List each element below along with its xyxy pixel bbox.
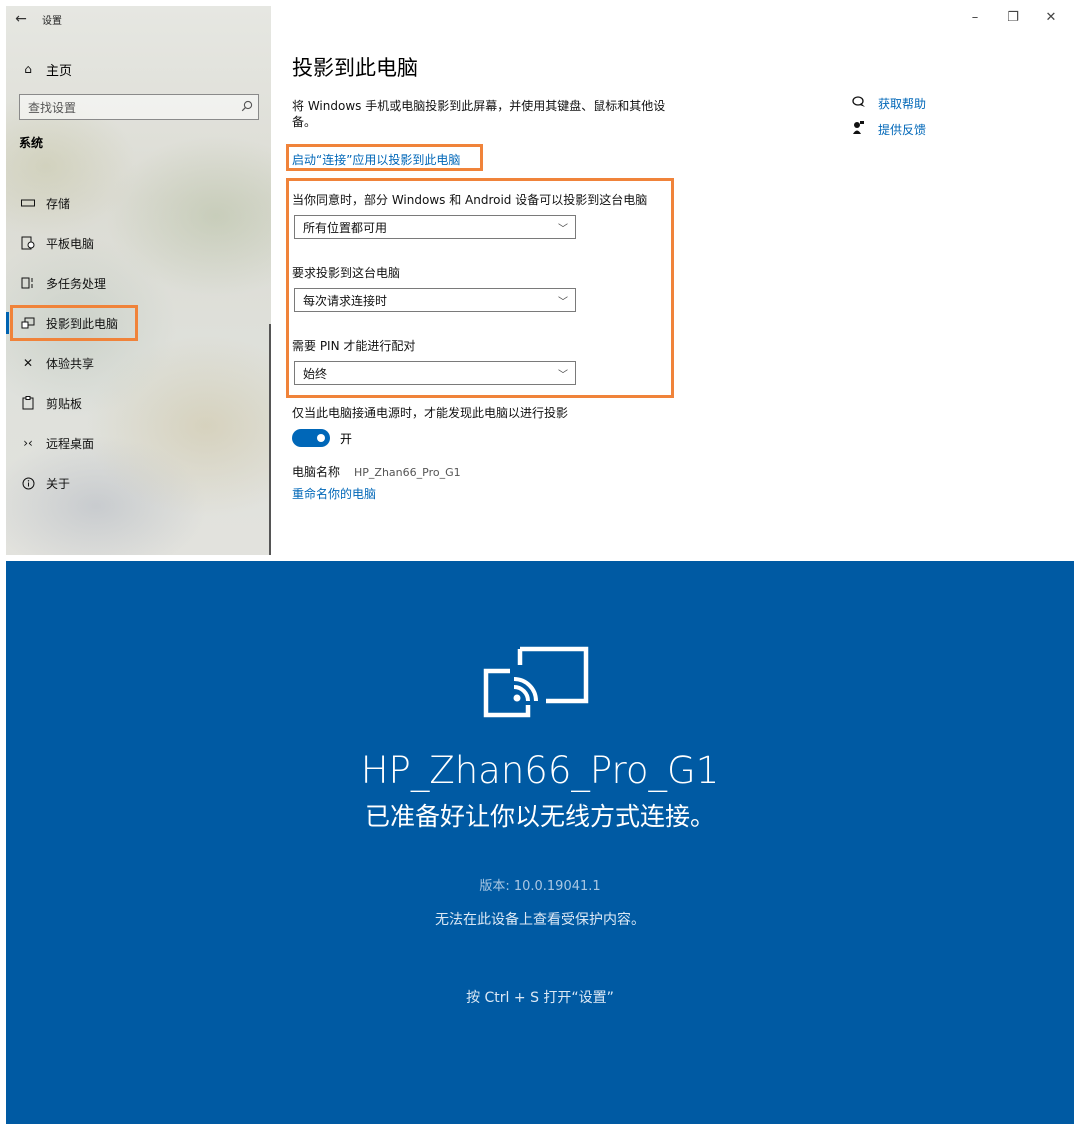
page-title: 投影到此电脑	[292, 56, 418, 80]
sidebar-item-project-to-pc[interactable]: 投影到此电脑	[6, 303, 271, 343]
home-label: 主页	[46, 63, 73, 79]
search-icon[interactable]	[236, 100, 258, 115]
storage-icon	[18, 194, 38, 212]
availability-dropdown[interactable]: 所有位置都可用 ﹀	[294, 215, 576, 239]
sidebar-item-label: 远程桌面	[46, 436, 95, 451]
sidebar-item-label: 体验共享	[46, 356, 95, 371]
remote-desktop-icon: ›‹	[23, 436, 33, 450]
search-input[interactable]: 查找设置	[19, 94, 259, 120]
launch-connect-app-link[interactable]: 启动“连接”应用以投影到此电脑	[292, 151, 460, 168]
multitask-icon	[18, 274, 38, 292]
sidebar-item-storage[interactable]: 存储	[6, 183, 271, 223]
wireless-cast-icon	[483, 646, 589, 718]
sidebar-item-clipboard[interactable]: 剪贴板	[6, 383, 271, 423]
search-placeholder: 查找设置	[28, 100, 77, 115]
back-arrow-icon[interactable]: ←	[6, 11, 36, 27]
sidebar-item-tablet[interactable]: 平板电脑	[6, 223, 271, 263]
sidebar-item-shared-experiences[interactable]: ✕ 体验共享	[6, 343, 271, 383]
sidebar-item-label: 平板电脑	[46, 236, 95, 251]
sidebar-item-label: 剪贴板	[46, 396, 83, 411]
availability-label: 当你同意时，部分 Windows 和 Android 设备可以投影到这台电脑	[292, 193, 648, 207]
clipboard-icon	[18, 394, 38, 412]
availability-value: 所有位置都可用	[303, 220, 388, 235]
rename-pc-link[interactable]: 重命名你的电脑	[292, 485, 376, 502]
shared-experiences-icon: ✕	[22, 356, 34, 370]
power-only-toggle[interactable]	[292, 429, 330, 447]
pc-name-value: HP_Zhan66_Pro_G1	[354, 466, 461, 479]
power-only-label: 仅当此电脑接通电源时，才能发现此电脑以进行投影	[292, 406, 569, 420]
require-pin-label: 需要 PIN 才能进行配对	[292, 339, 416, 353]
info-icon	[18, 474, 38, 492]
sidebar: ← 设置 ⌂ 主页 查找设置 系统 存储 平板电脑 多任务处理 投影到此电脑 ✕…	[6, 6, 271, 555]
get-help-link[interactable]: 获取帮助	[878, 95, 926, 112]
sidebar-item-label: 多任务处理	[46, 276, 107, 291]
require-pin-value: 始终	[303, 366, 328, 381]
home-nav-item[interactable]: ⌂ 主页	[6, 54, 271, 84]
main-content: 投影到此电脑 将 Windows 手机或电脑投影到此屏幕，并使用其键盘、鼠标和其…	[286, 6, 1074, 555]
power-only-toggle-row: 开	[292, 429, 352, 447]
home-icon: ⌂	[24, 62, 32, 76]
help-links: 获取帮助 提供反馈	[852, 90, 926, 142]
pc-name-row: 电脑名称 HP_Zhan66_Pro_G1	[292, 463, 461, 480]
protected-content-note: 无法在此设备上查看受保护内容。	[435, 912, 645, 928]
device-name: HP_Zhan66_Pro_G1	[360, 749, 720, 792]
ready-message: 已准备好让你以无线方式连接。	[364, 802, 715, 831]
restore-icon[interactable]: ❐	[994, 10, 1032, 25]
sidebar-item-remote-desktop[interactable]: ›‹ 远程桌面	[6, 423, 271, 463]
ask-to-project-value: 每次请求连接时	[303, 293, 388, 308]
feedback-icon	[852, 120, 878, 138]
connect-app-screen: HP_Zhan66_Pro_G1 已准备好让你以无线方式连接。 版本: 10.0…	[6, 561, 1074, 1124]
feedback-row[interactable]: 提供反馈	[852, 116, 926, 142]
sidebar-item-label: 存储	[46, 196, 71, 211]
chevron-down-icon: ﹀	[558, 223, 568, 235]
require-pin-dropdown[interactable]: 始终 ﹀	[294, 361, 576, 385]
settings-window: ← 设置 ⌂ 主页 查找设置 系统 存储 平板电脑 多任务处理 投影到此电脑 ✕…	[6, 6, 1074, 555]
window-title: 设置	[42, 15, 62, 27]
page-description: 将 Windows 手机或电脑投影到此屏幕，并使用其键盘、鼠标和其他设备。	[292, 99, 666, 129]
pc-name-label: 电脑名称	[292, 465, 341, 479]
sidebar-nav-list: 存储 平板电脑 多任务处理 投影到此电脑 ✕ 体验共享 剪贴板 ›‹ 远程桌面 …	[6, 183, 271, 503]
version-label: 版本: 10.0.19041.1	[479, 879, 601, 894]
minimize-icon[interactable]: –	[956, 10, 994, 25]
chevron-down-icon: ﹀	[558, 296, 568, 308]
get-help-row[interactable]: 获取帮助	[852, 90, 926, 116]
section-title: 系统	[19, 136, 44, 150]
sidebar-item-about[interactable]: 关于	[6, 463, 271, 503]
ask-to-project-dropdown[interactable]: 每次请求连接时 ﹀	[294, 288, 576, 312]
title-bar: ← 设置	[6, 6, 271, 32]
chevron-down-icon: ﹀	[558, 369, 568, 381]
ask-to-project-label: 要求投影到这台电脑	[292, 266, 401, 280]
sidebar-scrollbar[interactable]	[269, 324, 271, 555]
help-chat-icon	[852, 95, 878, 111]
highlight-box	[10, 305, 138, 341]
close-icon[interactable]: ✕	[1032, 10, 1070, 25]
sidebar-item-multitasking[interactable]: 多任务处理	[6, 263, 271, 303]
toggle-state-label: 开	[340, 431, 353, 446]
feedback-link[interactable]: 提供反馈	[878, 121, 926, 138]
tablet-icon	[18, 234, 38, 252]
settings-shortcut-hint: 按 Ctrl + S 打开“设置”	[466, 990, 614, 1006]
sidebar-item-label: 关于	[46, 476, 71, 491]
window-controls: – ❐ ✕	[956, 10, 1070, 25]
